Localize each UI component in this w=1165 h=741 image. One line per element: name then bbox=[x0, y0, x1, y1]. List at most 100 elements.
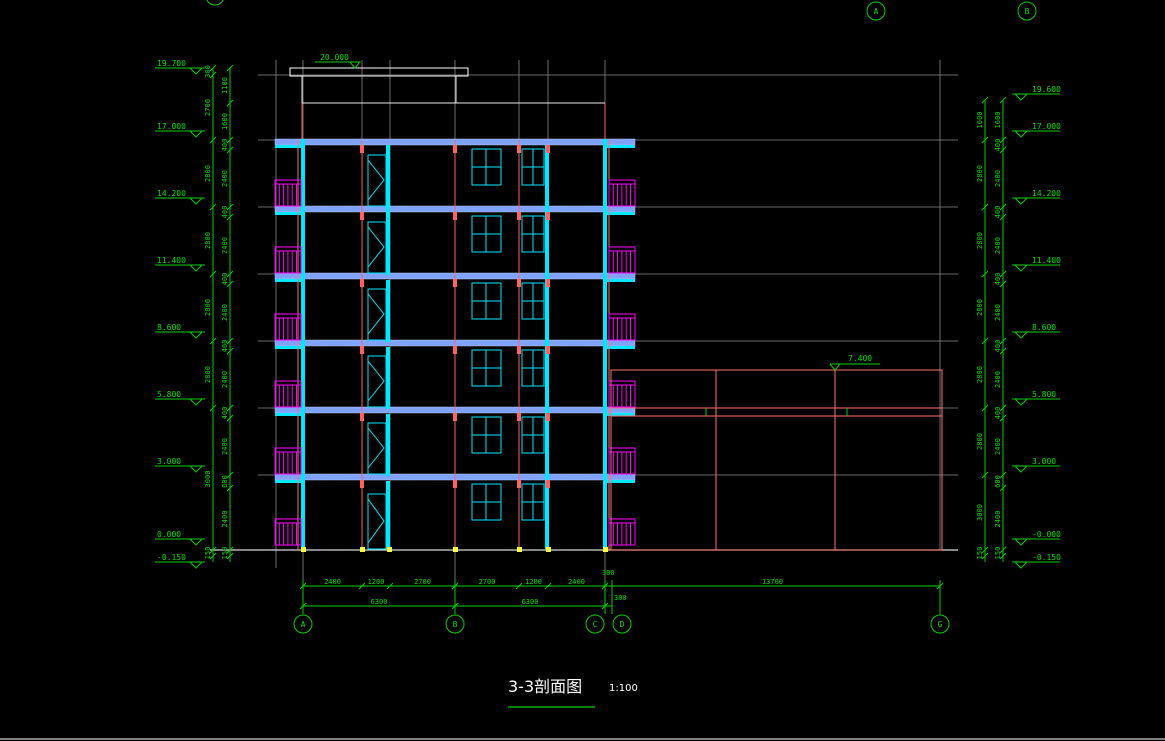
dimension-label: 6300 bbox=[371, 598, 388, 606]
main-building bbox=[274, 138, 636, 552]
railing bbox=[274, 380, 302, 408]
dimension-label: 1200 bbox=[525, 578, 542, 586]
dimension-label: 2400 bbox=[221, 170, 229, 187]
level-marker: 11.400 bbox=[1012, 256, 1061, 272]
railing bbox=[608, 313, 636, 341]
dimension-label: 2800 bbox=[976, 299, 984, 316]
railing bbox=[274, 447, 302, 475]
railing bbox=[274, 246, 302, 274]
level-label: 5.800 bbox=[1032, 390, 1056, 399]
dimension-label: 400 bbox=[994, 273, 1002, 286]
railing bbox=[274, 313, 302, 341]
level-marker: 5.800 bbox=[1012, 390, 1060, 406]
dimension-label: 2800 bbox=[204, 165, 212, 182]
level-marker: 14.200 bbox=[1012, 189, 1061, 205]
dimension-label: 2800 bbox=[204, 366, 212, 383]
dimension-label: 400 bbox=[994, 206, 1002, 219]
dimension-label: 2400 bbox=[221, 304, 229, 321]
dimension-label: 2400 bbox=[994, 304, 1002, 321]
vertical-reference-lines bbox=[275, 60, 941, 580]
dimension-label: 2700 bbox=[479, 578, 496, 586]
dimension-label: 150 bbox=[994, 547, 1002, 560]
dimension-label: 400 bbox=[221, 206, 229, 219]
right-elevations: 19.600 17.000 14.200 11.400 8.600 5.800 3.000 -… bbox=[1012, 85, 1061, 569]
level-label: 11.400 bbox=[1032, 256, 1061, 265]
level-marker: 17.000 bbox=[1012, 122, 1061, 138]
dimension-label: 2400 bbox=[221, 438, 229, 455]
dimension-label: 2400 bbox=[568, 578, 585, 586]
level-label: 3.000 bbox=[1032, 457, 1056, 466]
right-dimension-chains: 1600 2800 2800 2800 2800 2800 3000 150 1600 400 2… bbox=[976, 96, 1007, 562]
drawing-title: 3-3剖面图 bbox=[508, 677, 582, 696]
section-drawing: A B 20.000 7.400 19.70017.00014.20011.40… bbox=[0, 0, 1165, 740]
dimension-label: 6300 bbox=[522, 598, 539, 606]
dimension-label: 2400 bbox=[994, 170, 1002, 187]
dimension-label: 2800 bbox=[976, 433, 984, 450]
level-label: 19.600 bbox=[1032, 85, 1061, 94]
level-label: 19.700 bbox=[157, 59, 186, 68]
drawing-scale: 1:100 bbox=[609, 683, 638, 694]
dimension-label: 2700 bbox=[204, 99, 212, 116]
railing bbox=[608, 518, 636, 546]
level-label: 17.000 bbox=[1032, 122, 1061, 131]
level-label: 8.600 bbox=[1032, 323, 1056, 332]
annex-level-marker: 7.400 bbox=[829, 354, 880, 371]
dimension-label: 150 bbox=[204, 547, 212, 560]
railing bbox=[608, 179, 636, 207]
top-axis-label-b: B bbox=[1025, 7, 1030, 16]
level-marker: 8.600 bbox=[1012, 323, 1060, 339]
roof: 20.000 bbox=[289, 53, 606, 140]
dimension-label: 400 bbox=[994, 407, 1002, 420]
axis-label-c: C bbox=[593, 620, 598, 629]
dimension-label: 150 bbox=[221, 547, 229, 560]
dimension-label: 1100 bbox=[221, 77, 229, 94]
level-label: 14.200 bbox=[1032, 189, 1061, 198]
level-label: 14.200 bbox=[157, 189, 186, 198]
dimension-label: 3000 bbox=[976, 504, 984, 521]
dimension-label: 2400 bbox=[324, 578, 341, 586]
dimension-label: 400 bbox=[221, 139, 229, 152]
level-label: 3.000 bbox=[157, 457, 181, 466]
left-dimension-chains: 300 2700 2800 2800 2800 2800 3000 150 1100 1600 4… bbox=[204, 64, 234, 562]
level-marker: 5.800 bbox=[155, 390, 205, 406]
level-label: -0.000 bbox=[1032, 530, 1061, 539]
dimension-label: 2400 bbox=[994, 371, 1002, 388]
dimension-label: 2800 bbox=[976, 232, 984, 249]
dimension-label: 2400 bbox=[994, 511, 1002, 528]
axis-label-d: D bbox=[620, 620, 625, 629]
dimension-label: 1600 bbox=[221, 113, 229, 130]
level-marker: 11.400 bbox=[155, 256, 205, 272]
dimension-label: 1600 bbox=[994, 112, 1002, 129]
dimension-label: 2800 bbox=[204, 232, 212, 249]
dimension-label: 3000 bbox=[204, 471, 212, 488]
level-label: 5.800 bbox=[157, 390, 181, 399]
dimension-label: 400 bbox=[221, 340, 229, 353]
railing bbox=[274, 518, 302, 546]
level-marker: 19.700 bbox=[155, 59, 205, 75]
dimension-label: 600 bbox=[994, 475, 1002, 488]
axis-label-a: A bbox=[301, 620, 306, 629]
dimension-label: 2400 bbox=[221, 237, 229, 254]
dimension-label: 400 bbox=[994, 139, 1002, 152]
dimension-label: 2400 bbox=[994, 237, 1002, 254]
level-marker: -0.150 bbox=[1012, 553, 1061, 569]
dimension-label: 1200 bbox=[368, 578, 385, 586]
annex-building bbox=[610, 369, 943, 551]
top-axis-label-a: A bbox=[874, 7, 879, 16]
roof-level-label: 20.000 bbox=[320, 53, 349, 62]
axis-bubbles: A B C D G bbox=[293, 614, 950, 634]
level-marker: 19.600 bbox=[1012, 85, 1061, 101]
dimension-label: 2800 bbox=[976, 165, 984, 182]
level-label: 17.000 bbox=[157, 122, 186, 131]
axis-label-g: G bbox=[938, 620, 943, 629]
bottom-dimensions: 2400 1200 2700 2700 1200 2400 13700 6300 6300 3… bbox=[299, 569, 944, 614]
level-marker: 0.000 bbox=[155, 530, 205, 546]
dim-300-bottom: 300 bbox=[614, 594, 627, 602]
dimension-label: 400 bbox=[994, 340, 1002, 353]
level-label: 0.000 bbox=[157, 530, 181, 539]
level-marker: 17.000 bbox=[155, 122, 205, 138]
level-marker: 14.200 bbox=[155, 189, 205, 205]
railing bbox=[274, 179, 302, 207]
level-label: -0.150 bbox=[1032, 553, 1061, 562]
top-axis-bubbles: A B bbox=[206, 0, 1037, 21]
